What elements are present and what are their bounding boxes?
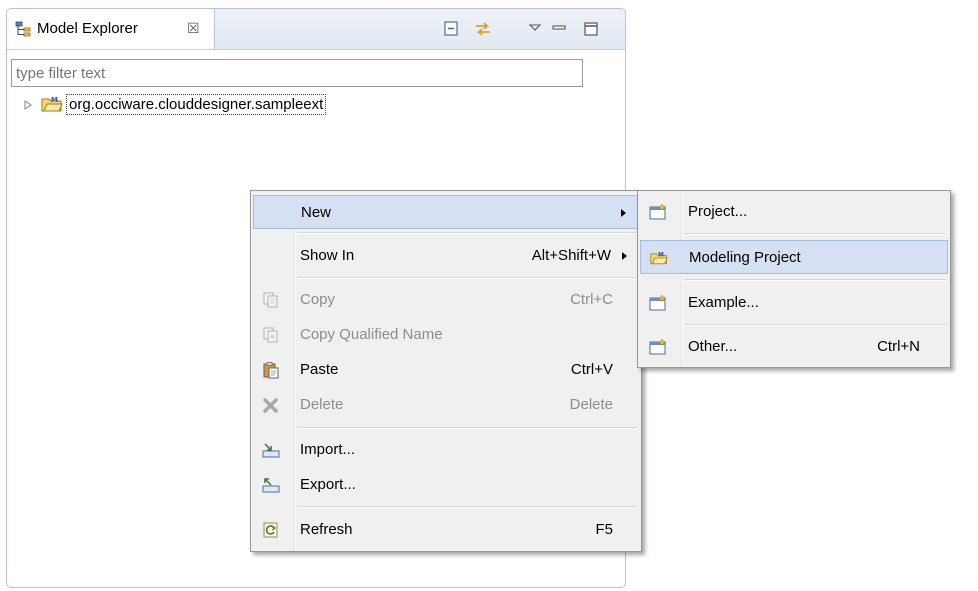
menu-item-shortcut: Ctrl+N: [877, 338, 920, 355]
new-other-icon: [649, 338, 666, 355]
menu-item-label: Delete: [300, 396, 344, 413]
copy-qualified-name-icon: [263, 327, 278, 343]
menu-item-label: Copy: [300, 291, 336, 308]
menu-item-label: Show In: [300, 247, 355, 264]
menu-item-label: Copy Qualified Name: [300, 326, 443, 343]
menu-item-delete[interactable]: Delete Delete: [253, 388, 639, 422]
menu-item-label: New: [301, 204, 332, 221]
paste-icon: [263, 362, 279, 379]
menu-item-copy-qualified-name[interactable]: Copy Qualified Name: [253, 318, 639, 352]
menu-item-label: Export...: [300, 476, 356, 493]
menu-item-label: Project...: [688, 203, 748, 220]
menu-item-paste[interactable]: Paste Ctrl+V: [253, 353, 639, 387]
svg-text:M: M: [51, 96, 58, 104]
new-example-icon: [649, 294, 666, 311]
menu-separator: [297, 277, 637, 279]
menu-item-show-in[interactable]: Show In Alt+Shift+W: [253, 239, 639, 273]
modeling-project-icon: M: [650, 252, 668, 265]
menu-separator: [684, 324, 946, 326]
tree-item[interactable]: M org.occiware.clouddesigner.sampleext: [21, 93, 421, 117]
menu-item-label: Modeling Project: [689, 249, 801, 266]
menu-item-label: Example...: [688, 294, 759, 311]
menu-item-export[interactable]: Export...: [253, 468, 639, 502]
menu-item-copy[interactable]: Copy Ctrl+C: [253, 283, 639, 317]
model-explorer-icon: [15, 21, 31, 37]
menu-item-label: Import...: [300, 441, 356, 458]
filter-input[interactable]: [11, 59, 583, 87]
menu-item-label: Refresh: [300, 521, 353, 538]
menu-separator: [684, 233, 946, 235]
menu-item-refresh[interactable]: Refresh F5: [253, 513, 639, 547]
menu-item-example[interactable]: Example...: [640, 286, 948, 320]
submenu-arrow-icon: [621, 209, 626, 217]
menu-separator: [297, 427, 637, 429]
tree-item-label: org.occiware.clouddesigner.sampleext: [66, 94, 327, 115]
menu-item-shortcut: Ctrl+C: [570, 291, 613, 308]
collapse-all-icon[interactable]: [441, 20, 461, 38]
refresh-icon: [263, 522, 278, 538]
menu-separator: [297, 232, 637, 234]
menu-item-shortcut: Ctrl+V: [570, 361, 613, 378]
link-with-editor-icon[interactable]: [473, 20, 493, 38]
svg-text:M: M: [658, 252, 664, 258]
context-menu: New Show In Alt+Shift+W Copy Ctrl+C Copy…: [250, 190, 642, 552]
modeling-project-icon: M: [41, 96, 63, 112]
menu-item-shortcut: Delete: [569, 396, 613, 413]
menu-item-import[interactable]: Import...: [253, 433, 639, 467]
submenu-arrow-icon: [622, 252, 627, 260]
menu-item-label: Paste: [300, 361, 339, 378]
view-header: Model Explorer ☒: [7, 9, 625, 50]
new-project-icon: [649, 203, 666, 220]
minimize-icon[interactable]: [549, 20, 569, 38]
menu-item-other[interactable]: Other... Ctrl+N: [640, 330, 948, 364]
delete-icon: [263, 398, 278, 413]
view-menu-icon[interactable]: [525, 20, 545, 38]
menu-item-new[interactable]: New: [253, 195, 639, 229]
tab-label: Model Explorer: [37, 20, 138, 37]
screen: Model Explorer ☒ type filter text M org.…: [0, 0, 978, 591]
menu-separator: [684, 279, 946, 281]
import-icon: [262, 443, 280, 458]
menu-item-shortcut: Alt+Shift+W: [531, 247, 611, 264]
close-icon[interactable]: ☒: [187, 20, 200, 37]
menu-item-modeling-project[interactable]: M Modeling Project: [640, 240, 948, 274]
menu-item-project[interactable]: Project...: [640, 195, 948, 229]
copy-icon: [263, 292, 278, 308]
expand-arrow-icon[interactable]: [23, 99, 33, 111]
tab-model-explorer[interactable]: Model Explorer ☒: [7, 9, 215, 49]
export-icon: [262, 478, 280, 493]
menu-separator: [297, 506, 637, 508]
menu-item-shortcut: F5: [595, 521, 613, 538]
new-submenu: Project... M Modeling Project Example...: [637, 190, 951, 368]
menu-item-label: Other...: [688, 338, 738, 355]
maximize-icon[interactable]: [581, 20, 601, 38]
